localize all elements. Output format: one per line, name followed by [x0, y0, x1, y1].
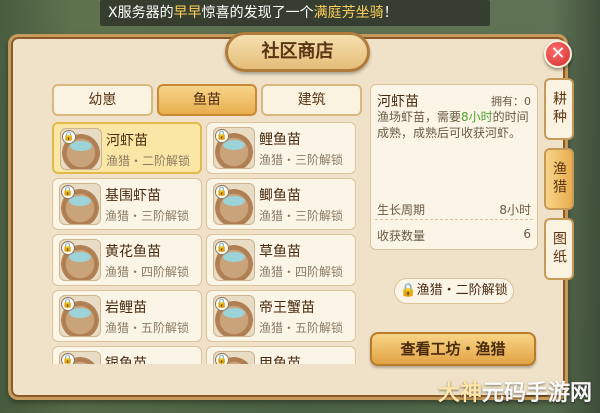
- item-card-carp[interactable]: 🔒 鲤鱼苗 渔猎・三阶解锁: [206, 122, 356, 174]
- view-workshop-button[interactable]: 查看工坊・渔猎: [370, 332, 536, 366]
- divider: [375, 219, 533, 220]
- item-lock-text: 渔猎・四阶解锁: [259, 265, 344, 279]
- desc-part-a: 渔场虾苗，需要: [377, 110, 462, 124]
- item-name: 基围虾苗: [105, 188, 161, 204]
- side-tab-farming[interactable]: 耕种: [544, 78, 574, 140]
- announcement-ticker: X服务器的早早惊喜的发现了一个满庭芳坐骑！: [100, 0, 490, 26]
- panel-title: 社区商店: [225, 32, 370, 72]
- item-lock-text: 渔猎・三阶解锁: [259, 153, 344, 167]
- item-card-rock-carp[interactable]: 🔒 岩鲤苗 渔猎・五阶解锁: [52, 290, 202, 342]
- lock-icon: 🔒: [61, 353, 75, 364]
- lock-icon: 🔒: [215, 241, 229, 255]
- watermark-logo: 大神: [437, 381, 482, 406]
- item-lock-text: 渔猎・三阶解锁: [259, 209, 344, 223]
- side-tabs: 耕种 渔猎 图纸: [544, 78, 574, 288]
- category-tabs: 幼崽 鱼苗 建筑: [52, 84, 363, 116]
- growth-cycle-value: 8小时: [499, 203, 531, 217]
- item-card-king-crab[interactable]: 🔒 帝王蟹苗 渔猎・五阶解锁: [206, 290, 356, 342]
- ticker-prefix: X服务器的: [108, 5, 174, 21]
- item-thumbnail: 🔒: [60, 128, 102, 170]
- growth-cycle-label: 生长周期: [377, 203, 426, 217]
- item-name: 河虾苗: [106, 133, 148, 149]
- owned-count: 拥有：0: [491, 95, 531, 108]
- lock-icon: 🔒: [62, 130, 76, 144]
- item-card-river-shrimp[interactable]: 🔒 河虾苗 渔猎・二阶解锁: [52, 122, 202, 174]
- item-card-croaker[interactable]: 🔒 黄花鱼苗 渔猎・四阶解锁: [52, 234, 202, 286]
- item-name: 鲤鱼苗: [259, 132, 301, 148]
- ticker-suffix: ！: [383, 5, 398, 21]
- detail-pane: 河虾苗 拥有：0 渔场虾苗，需要8小时的时间成熟，成熟后可收获河虾。 生长周期 8…: [370, 84, 538, 366]
- lock-icon: 🔒: [215, 129, 229, 143]
- item-thumbnail: 🔒: [213, 127, 255, 169]
- item-lock-text: 渔猎・四阶解锁: [105, 265, 190, 279]
- harvest-label: 收获数量: [377, 229, 426, 243]
- item-card-turtle[interactable]: 🔒 甲鱼苗: [206, 346, 356, 364]
- item-name: 黄花鱼苗: [105, 244, 161, 260]
- item-thumbnail: 🔒: [213, 183, 255, 225]
- item-name: 银鱼苗: [105, 356, 147, 364]
- item-thumbnail: 🔒: [213, 351, 255, 364]
- tab-cubs[interactable]: 幼崽: [52, 84, 153, 116]
- item-thumbnail: 🔒: [59, 351, 101, 364]
- item-lock-text: 渔猎・三阶解锁: [105, 209, 190, 223]
- ticker-item: 满庭芳坐骑: [313, 5, 384, 21]
- item-lock-text: 渔猎・二阶解锁: [106, 154, 191, 168]
- item-thumbnail: 🔒: [59, 183, 101, 225]
- harvest-row: 收获数量 6: [377, 227, 531, 244]
- watermark-text: 元码手游网: [481, 381, 592, 406]
- item-thumbnail: 🔒: [59, 295, 101, 337]
- item-thumbnail: 🔒: [59, 239, 101, 281]
- item-name: 甲鱼苗: [259, 356, 301, 364]
- side-tab-fishing[interactable]: 渔猎: [544, 148, 574, 210]
- lock-icon: 🔒: [215, 297, 229, 311]
- item-card-silverfish[interactable]: 🔒 银鱼苗: [52, 346, 202, 364]
- detail-card: 河虾苗 拥有：0 渔场虾苗，需要8小时的时间成熟，成熟后可收获河虾。 生长周期 8…: [370, 84, 538, 250]
- tab-buildings[interactable]: 建筑: [261, 84, 363, 116]
- lock-icon: 🔒: [61, 297, 75, 311]
- ticker-player-name: 早早: [173, 5, 202, 21]
- harvest-value: 6: [523, 227, 531, 241]
- detail-description: 渔场虾苗，需要8小时的时间成熟，成熟后可收获河虾。: [377, 109, 529, 141]
- item-name: 帝王蟹苗: [259, 300, 315, 316]
- item-lock-text: 渔猎・五阶解锁: [105, 321, 190, 335]
- close-button[interactable]: ✕: [544, 40, 572, 68]
- lock-icon: 🔒: [61, 185, 75, 199]
- unlock-requirement-text: 渔猎・二阶解锁: [416, 283, 508, 298]
- desc-highlight: 8小时: [461, 110, 493, 124]
- ticker-middle: 惊喜的发现了一个: [201, 5, 314, 21]
- tab-fry[interactable]: 鱼苗: [156, 84, 258, 116]
- lock-icon: 🔒: [400, 283, 417, 298]
- item-card-prawn[interactable]: 🔒 基围虾苗 渔猎・三阶解锁: [52, 178, 202, 230]
- unlock-requirement: 🔒渔猎・二阶解锁: [394, 278, 514, 304]
- item-card-grass-carp[interactable]: 🔒 草鱼苗 渔猎・四阶解锁: [206, 234, 356, 286]
- item-grid: 🔒 河虾苗 渔猎・二阶解锁 🔒 鲤鱼苗 渔猎・三阶解锁 🔒 基围虾苗 渔猎・三阶…: [52, 122, 362, 364]
- lock-icon: 🔒: [61, 241, 75, 255]
- item-card-crucian[interactable]: 🔒 鲫鱼苗 渔猎・三阶解锁: [206, 178, 356, 230]
- side-tab-blueprints[interactable]: 图纸: [544, 218, 574, 280]
- watermark: 大神元码手游网: [438, 375, 592, 407]
- lock-icon: 🔒: [215, 185, 229, 199]
- lock-icon: 🔒: [215, 353, 229, 364]
- item-name: 鲫鱼苗: [259, 188, 301, 204]
- growth-cycle-row: 生长周期 8小时: [377, 201, 531, 218]
- item-thumbnail: 🔒: [213, 239, 255, 281]
- item-name: 岩鲤苗: [105, 300, 147, 316]
- detail-item-name: 河虾苗: [377, 94, 419, 110]
- item-lock-text: 渔猎・五阶解锁: [259, 321, 344, 335]
- item-name: 草鱼苗: [259, 244, 301, 260]
- item-thumbnail: 🔒: [213, 295, 255, 337]
